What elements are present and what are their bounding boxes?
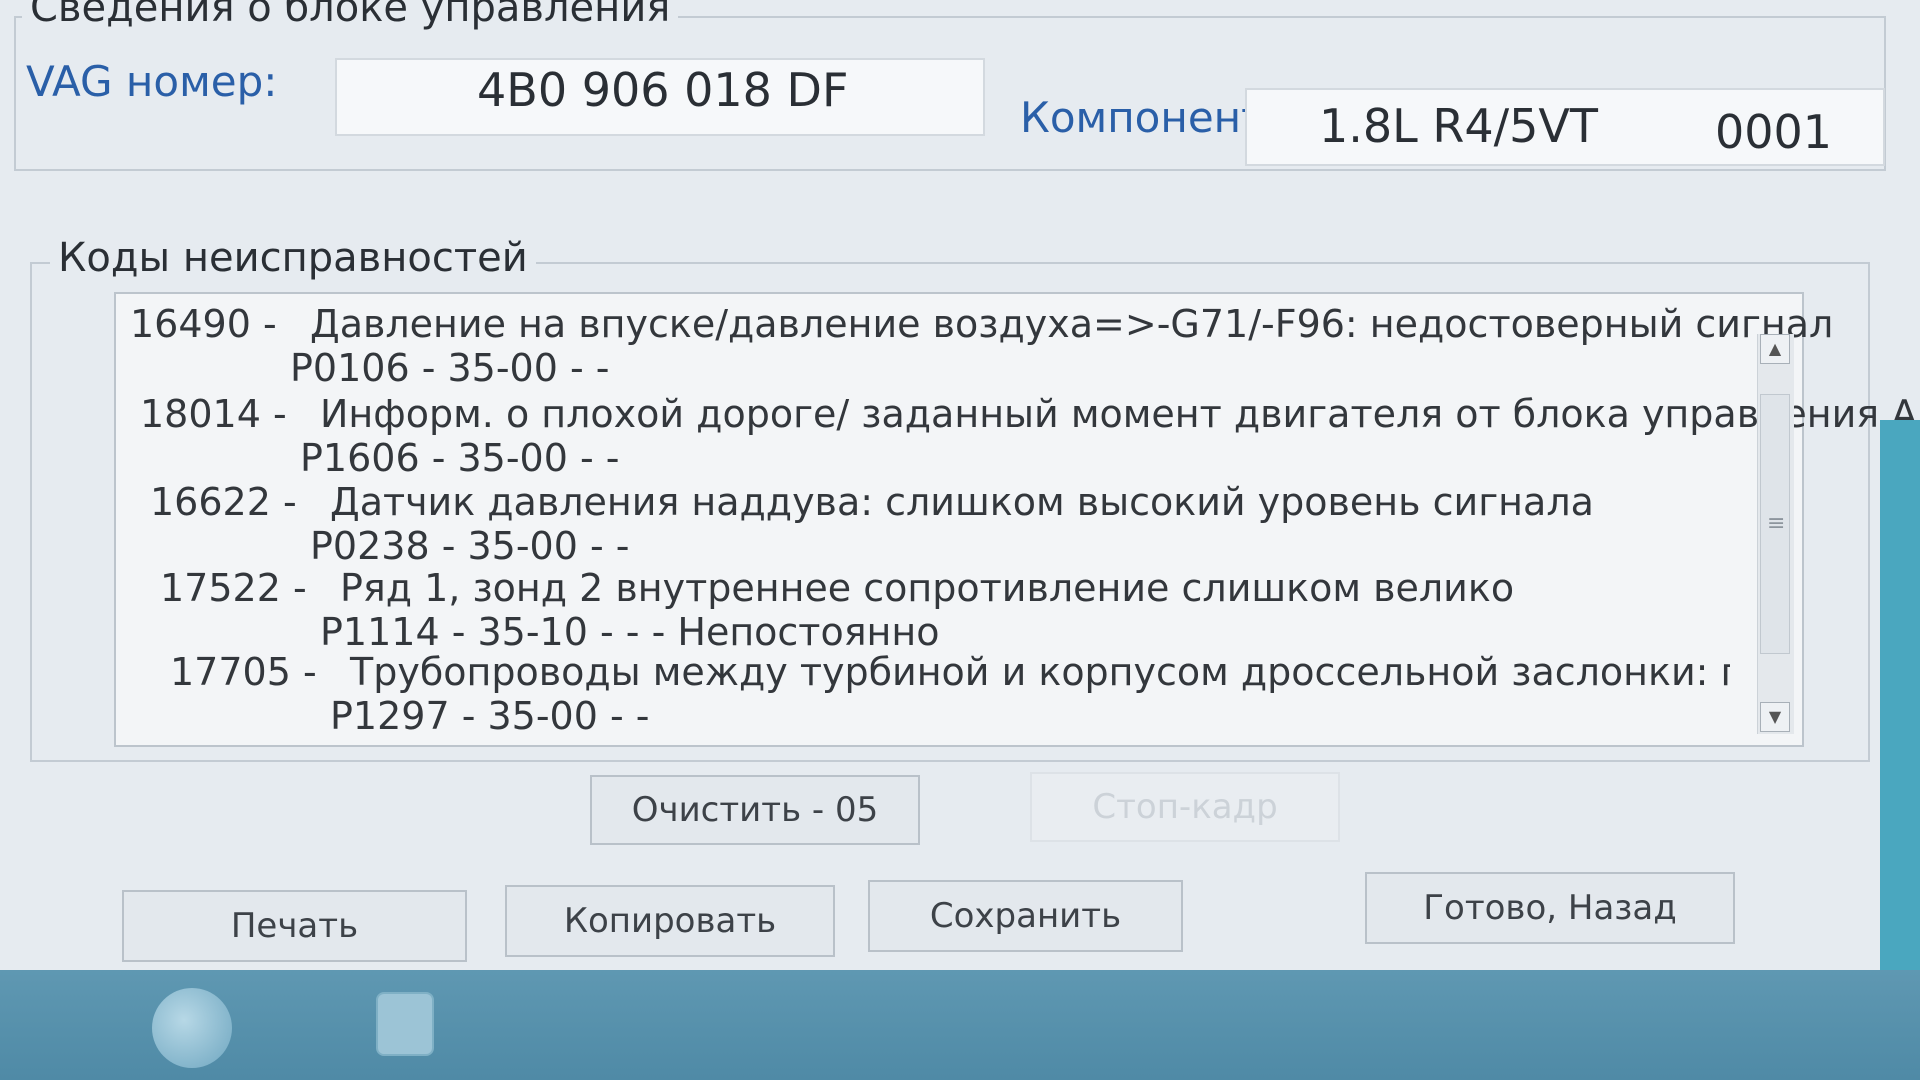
copy-button[interactable]: Копировать (505, 885, 835, 957)
scroll-thumb[interactable]: ≡ (1760, 394, 1790, 654)
fault-detail: P0106 - 35-00 - - (290, 346, 610, 390)
fault-code: 16490 - (130, 302, 277, 346)
control-unit-info-title: Сведения о блоке управления (22, 0, 679, 30)
fault-description: Ряд 1, зонд 2 внутреннее сопротивление с… (340, 566, 1515, 610)
fault-item[interactable]: 16622 - Датчик давления наддува: слишком … (150, 480, 1594, 568)
grip-icon: ≡ (1767, 511, 1786, 536)
component-field: 1.8L R4/5VT 0001 (1245, 88, 1885, 166)
fault-item[interactable]: 17705 - Трубопроводы между турбиной и кор… (170, 650, 1730, 738)
done-back-button[interactable]: Готово, Назад (1365, 872, 1735, 944)
fault-detail: P0238 - 35-00 - - (310, 524, 630, 568)
fault-detail: P1606 - 35-00 - - (300, 436, 620, 480)
fault-code: 17522 - (160, 566, 307, 610)
print-button[interactable]: Печать (122, 890, 467, 962)
component-label: Компонент: (1020, 93, 1280, 142)
component-code-value: 0001 (1715, 105, 1833, 159)
fault-description: Трубопроводы между турбиной и корпусом д… (350, 650, 1730, 694)
fault-description: Датчик давления наддува: слишком высокий… (330, 480, 1594, 524)
start-icon[interactable] (152, 988, 232, 1068)
fault-codes-list[interactable]: 16490 - Давление на впуске/давление возду… (114, 292, 1920, 747)
taskbar (0, 970, 1920, 1080)
clear-codes-button[interactable]: Очистить - 05 (590, 775, 920, 845)
fault-code: 16622 - (150, 480, 297, 524)
fault-description: Информ. о плохой дороге/ заданный момент… (320, 392, 1920, 436)
fault-code: 18014 - (140, 392, 287, 436)
vag-number-value: 4B0 906 018 DF (477, 63, 849, 117)
fault-list-scrollbar[interactable]: ▲ ≡ ▼ (1757, 334, 1794, 734)
desktop-background-stripe (1880, 420, 1920, 980)
fault-item[interactable]: 18014 - Информ. о плохой дороге/ заданный… (140, 392, 1920, 480)
fault-item[interactable]: 16490 - Давление на впуске/давление возду… (130, 302, 1833, 390)
fault-code: 17705 - (170, 650, 317, 694)
vag-number-field: 4B0 906 018 DF (335, 58, 985, 136)
fault-item[interactable]: 17522 - Ряд 1, зонд 2 внутреннее сопротив… (160, 566, 1514, 654)
save-button[interactable]: Сохранить (868, 880, 1183, 952)
fault-detail: P1297 - 35-00 - - (330, 694, 650, 738)
arrow-down-icon[interactable]: ▼ (1760, 702, 1790, 732)
fault-description: Давление на впуске/давление воздуха=>-G7… (310, 302, 1834, 346)
freeze-frame-button[interactable]: Стоп-кадр (1030, 772, 1340, 842)
fault-detail: P1114 - 35-10 - - - Непостоянно (320, 610, 940, 654)
control-unit-window: Сведения о блоке управления VAG номер: 4… (0, 0, 1920, 970)
arrow-up-icon[interactable]: ▲ (1760, 334, 1790, 364)
vag-number-label: VAG номер: (26, 57, 278, 106)
component-engine-value: 1.8L R4/5VT (1319, 99, 1598, 153)
fault-codes-title: Коды неисправностей (50, 236, 536, 280)
app-icon[interactable] (376, 992, 434, 1056)
